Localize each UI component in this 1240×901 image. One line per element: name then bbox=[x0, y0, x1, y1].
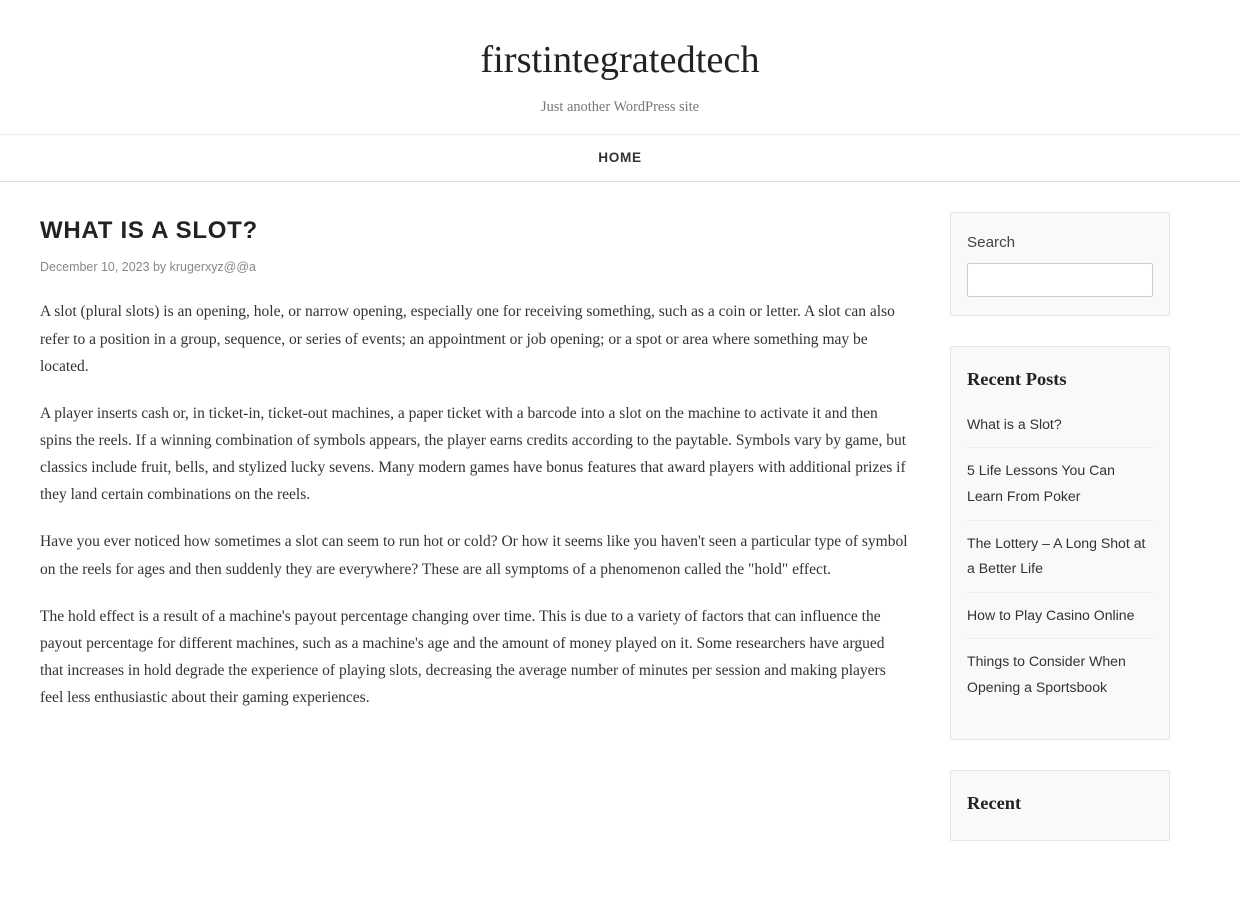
list-item: The Lottery – A Long Shot at a Better Li… bbox=[967, 531, 1153, 593]
search-input[interactable] bbox=[968, 264, 1153, 296]
site-nav: HOME bbox=[0, 135, 1240, 182]
recent-post-link-4[interactable]: How to Play Casino Online bbox=[967, 607, 1134, 623]
post-title: WHAT IS A SLOT? bbox=[40, 212, 910, 250]
post-by: by bbox=[153, 260, 170, 274]
recent-posts-title: Recent Posts bbox=[967, 365, 1153, 399]
post-paragraph-4: The hold effect is a result of a machine… bbox=[40, 603, 910, 712]
recent-posts-list: What is a Slot? 5 Life Lessons You Can L… bbox=[967, 412, 1153, 711]
list-item: How to Play Casino Online bbox=[967, 603, 1153, 640]
post-paragraph-2: A player inserts cash or, in ticket-in, … bbox=[40, 400, 910, 509]
recent-post-link-1[interactable]: What is a Slot? bbox=[967, 416, 1062, 432]
site-tagline: Just another WordPress site bbox=[20, 96, 1220, 119]
site-header: firstintegratedtech Just another WordPre… bbox=[0, 0, 1240, 135]
recent-post-link-3[interactable]: The Lottery – A Long Shot at a Better Li… bbox=[967, 535, 1145, 577]
post-paragraph-3: Have you ever noticed how sometimes a sl… bbox=[40, 528, 910, 582]
recent-partial-widget: Recent bbox=[950, 770, 1170, 841]
search-form: Search bbox=[967, 263, 1153, 297]
recent-partial-title: Recent bbox=[967, 789, 1153, 818]
post-meta: December 10, 2023 by krugerxyz@@a bbox=[40, 258, 910, 278]
recent-post-link-2[interactable]: 5 Life Lessons You Can Learn From Poker bbox=[967, 462, 1115, 504]
site-content: WHAT IS A SLOT? December 10, 2023 by kru… bbox=[20, 182, 1220, 901]
recent-posts-widget: Recent Posts What is a Slot? 5 Life Less… bbox=[950, 346, 1170, 739]
list-item: Things to Consider When Opening a Sports… bbox=[967, 649, 1153, 710]
list-item: 5 Life Lessons You Can Learn From Poker bbox=[967, 458, 1153, 520]
sidebar: Search Search Recent Posts What is a Slo… bbox=[950, 212, 1170, 871]
list-item: What is a Slot? bbox=[967, 412, 1153, 449]
nav-home-link[interactable]: HOME bbox=[598, 150, 642, 165]
main-content: WHAT IS A SLOT? December 10, 2023 by kru… bbox=[40, 212, 910, 871]
post-body: A slot (plural slots) is an opening, hol… bbox=[40, 298, 910, 711]
post-paragraph-1: A slot (plural slots) is an opening, hol… bbox=[40, 298, 910, 379]
recent-post-link-5[interactable]: Things to Consider When Opening a Sports… bbox=[967, 653, 1126, 695]
site-title: firstintegratedtech bbox=[480, 39, 759, 81]
search-widget: Search Search bbox=[950, 212, 1170, 316]
post-author: krugerxyz@@a bbox=[170, 260, 256, 274]
site-title-link[interactable]: firstintegratedtech bbox=[480, 39, 759, 81]
post-date: December 10, 2023 bbox=[40, 260, 150, 274]
article: WHAT IS A SLOT? December 10, 2023 by kru… bbox=[40, 212, 910, 711]
search-label: Search bbox=[967, 231, 1153, 255]
post-author-link[interactable]: krugerxyz@@a bbox=[170, 260, 256, 274]
